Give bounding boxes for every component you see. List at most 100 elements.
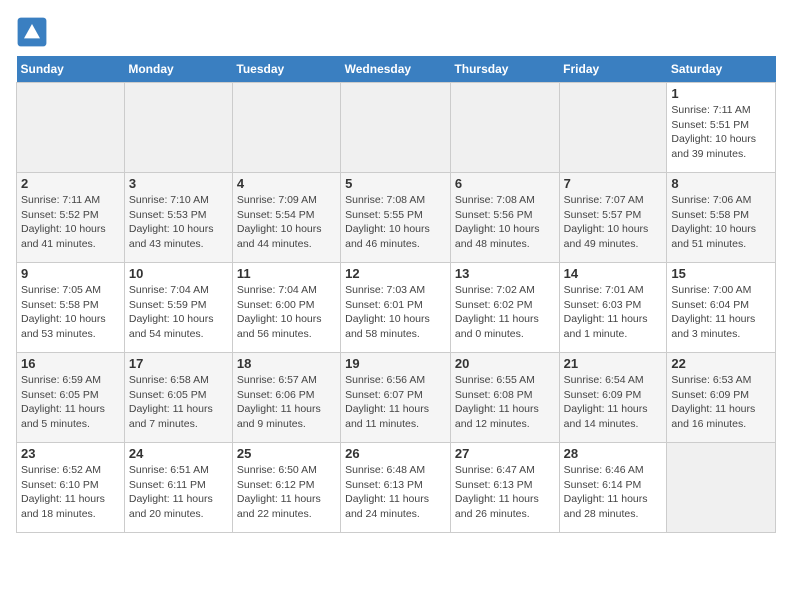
column-header-friday: Friday: [559, 56, 667, 83]
calendar-cell: [232, 83, 340, 173]
week-row-3: 9 Sunrise: 7:05 AM Sunset: 5:58 PM Daylig…: [17, 263, 776, 353]
day-number: 20: [455, 356, 555, 371]
day-number: 4: [237, 176, 336, 191]
calendar-cell: 16 Sunrise: 6:59 AM Sunset: 6:05 PM Dayli…: [17, 353, 125, 443]
column-header-thursday: Thursday: [450, 56, 559, 83]
day-info: Sunrise: 6:47 AM Sunset: 6:13 PM Dayligh…: [455, 463, 555, 522]
day-number: 25: [237, 446, 336, 461]
day-info: Sunrise: 7:10 AM Sunset: 5:53 PM Dayligh…: [129, 193, 228, 252]
calendar-cell: 26Sunrise: 6:48 AM Sunset: 6:13 PM Dayli…: [341, 443, 451, 533]
day-number: 18: [237, 356, 336, 371]
calendar-cell: [124, 83, 232, 173]
column-header-wednesday: Wednesday: [341, 56, 451, 83]
calendar-cell: [559, 83, 667, 173]
week-row-1: 1 Sunrise: 7:11 AM Sunset: 5:51 PM Daylig…: [17, 83, 776, 173]
calendar-cell: 15Sunrise: 7:00 AM Sunset: 6:04 PM Dayli…: [667, 263, 776, 353]
calendar-cell: 2 Sunrise: 7:11 AM Sunset: 5:52 PM Daylig…: [17, 173, 125, 263]
day-number: 1: [671, 86, 771, 101]
calendar-header-row: SundayMondayTuesdayWednesdayThursdayFrid…: [17, 56, 776, 83]
calendar-cell: 1 Sunrise: 7:11 AM Sunset: 5:51 PM Daylig…: [667, 83, 776, 173]
calendar-cell: 8 Sunrise: 7:06 AM Sunset: 5:58 PM Daylig…: [667, 173, 776, 263]
day-number: 26: [345, 446, 446, 461]
day-number: 22: [671, 356, 771, 371]
logo: [16, 16, 52, 48]
day-number: 13: [455, 266, 555, 281]
day-info: Sunrise: 6:53 AM Sunset: 6:09 PM Dayligh…: [671, 373, 771, 432]
day-info: Sunrise: 6:54 AM Sunset: 6:09 PM Dayligh…: [564, 373, 663, 432]
day-info: Sunrise: 7:11 AM Sunset: 5:52 PM Dayligh…: [21, 193, 120, 252]
calendar-cell: [450, 83, 559, 173]
calendar-cell: 6 Sunrise: 7:08 AM Sunset: 5:56 PM Daylig…: [450, 173, 559, 263]
day-number: 6: [455, 176, 555, 191]
week-row-4: 16 Sunrise: 6:59 AM Sunset: 6:05 PM Dayli…: [17, 353, 776, 443]
calendar-cell: 24 Sunrise: 6:51 AM Sunset: 6:11 PM Dayli…: [124, 443, 232, 533]
day-number: 9: [21, 266, 120, 281]
week-row-2: 2 Sunrise: 7:11 AM Sunset: 5:52 PM Daylig…: [17, 173, 776, 263]
calendar-cell: 18 Sunrise: 6:57 AM Sunset: 6:06 PM Dayli…: [232, 353, 340, 443]
calendar-cell: [667, 443, 776, 533]
day-info: Sunrise: 7:04 AM Sunset: 5:59 PM Dayligh…: [129, 283, 228, 342]
day-info: Sunrise: 7:05 AM Sunset: 5:58 PM Dayligh…: [21, 283, 120, 342]
calendar-cell: 14 Sunrise: 7:01 AM Sunset: 6:03 PM Dayli…: [559, 263, 667, 353]
day-info: Sunrise: 7:06 AM Sunset: 5:58 PM Dayligh…: [671, 193, 771, 252]
column-header-tuesday: Tuesday: [232, 56, 340, 83]
calendar-cell: 19 Sunrise: 6:56 AM Sunset: 6:07 PM Dayli…: [341, 353, 451, 443]
day-info: Sunrise: 7:08 AM Sunset: 5:56 PM Dayligh…: [455, 193, 555, 252]
day-info: Sunrise: 7:08 AM Sunset: 5:55 PM Dayligh…: [345, 193, 446, 252]
day-number: 19: [345, 356, 446, 371]
day-number: 27: [455, 446, 555, 461]
day-number: 24: [129, 446, 228, 461]
calendar-cell: [341, 83, 451, 173]
day-number: 7: [564, 176, 663, 191]
day-info: Sunrise: 6:51 AM Sunset: 6:11 PM Dayligh…: [129, 463, 228, 522]
calendar-cell: 22 Sunrise: 6:53 AM Sunset: 6:09 PM Dayli…: [667, 353, 776, 443]
day-info: Sunrise: 6:55 AM Sunset: 6:08 PM Dayligh…: [455, 373, 555, 432]
calendar-cell: 12 Sunrise: 7:03 AM Sunset: 6:01 PM Dayli…: [341, 263, 451, 353]
day-info: Sunrise: 7:02 AM Sunset: 6:02 PM Dayligh…: [455, 283, 555, 342]
day-number: 14: [564, 266, 663, 281]
day-number: 23: [21, 446, 120, 461]
calendar-cell: 3 Sunrise: 7:10 AM Sunset: 5:53 PM Daylig…: [124, 173, 232, 263]
day-info: Sunrise: 6:56 AM Sunset: 6:07 PM Dayligh…: [345, 373, 446, 432]
day-info: Sunrise: 7:11 AM Sunset: 5:51 PM Dayligh…: [671, 103, 771, 162]
calendar-cell: 23 Sunrise: 6:52 AM Sunset: 6:10 PM Dayli…: [17, 443, 125, 533]
calendar-cell: 4 Sunrise: 7:09 AM Sunset: 5:54 PM Daylig…: [232, 173, 340, 263]
day-info: Sunrise: 7:04 AM Sunset: 6:00 PM Dayligh…: [237, 283, 336, 342]
day-info: Sunrise: 7:01 AM Sunset: 6:03 PM Dayligh…: [564, 283, 663, 342]
calendar-cell: [17, 83, 125, 173]
day-number: 5: [345, 176, 446, 191]
day-number: 12: [345, 266, 446, 281]
day-number: 8: [671, 176, 771, 191]
calendar-cell: 5 Sunrise: 7:08 AM Sunset: 5:55 PM Daylig…: [341, 173, 451, 263]
day-number: 28: [564, 446, 663, 461]
calendar-cell: 10 Sunrise: 7:04 AM Sunset: 5:59 PM Dayli…: [124, 263, 232, 353]
day-number: 21: [564, 356, 663, 371]
day-info: Sunrise: 6:59 AM Sunset: 6:05 PM Dayligh…: [21, 373, 120, 432]
calendar-cell: 28Sunrise: 6:46 AM Sunset: 6:14 PM Dayli…: [559, 443, 667, 533]
day-info: Sunrise: 6:57 AM Sunset: 6:06 PM Dayligh…: [237, 373, 336, 432]
day-info: Sunrise: 7:09 AM Sunset: 5:54 PM Dayligh…: [237, 193, 336, 252]
day-info: Sunrise: 6:52 AM Sunset: 6:10 PM Dayligh…: [21, 463, 120, 522]
day-number: 11: [237, 266, 336, 281]
day-number: 10: [129, 266, 228, 281]
calendar-cell: 7Sunrise: 7:07 AM Sunset: 5:57 PM Daylig…: [559, 173, 667, 263]
calendar-table: SundayMondayTuesdayWednesdayThursdayFrid…: [16, 56, 776, 533]
calendar-cell: 17Sunrise: 6:58 AM Sunset: 6:05 PM Dayli…: [124, 353, 232, 443]
calendar-cell: 13 Sunrise: 7:02 AM Sunset: 6:02 PM Dayli…: [450, 263, 559, 353]
day-number: 2: [21, 176, 120, 191]
logo-icon: [16, 16, 48, 48]
week-row-5: 23 Sunrise: 6:52 AM Sunset: 6:10 PM Dayli…: [17, 443, 776, 533]
day-info: Sunrise: 6:50 AM Sunset: 6:12 PM Dayligh…: [237, 463, 336, 522]
column-header-saturday: Saturday: [667, 56, 776, 83]
calendar-cell: 27 Sunrise: 6:47 AM Sunset: 6:13 PM Dayli…: [450, 443, 559, 533]
calendar-cell: 11 Sunrise: 7:04 AM Sunset: 6:00 PM Dayli…: [232, 263, 340, 353]
day-number: 16: [21, 356, 120, 371]
day-info: Sunrise: 7:03 AM Sunset: 6:01 PM Dayligh…: [345, 283, 446, 342]
column-header-sunday: Sunday: [17, 56, 125, 83]
day-number: 15: [671, 266, 771, 281]
calendar-cell: 21 Sunrise: 6:54 AM Sunset: 6:09 PM Dayli…: [559, 353, 667, 443]
day-info: Sunrise: 6:58 AM Sunset: 6:05 PM Dayligh…: [129, 373, 228, 432]
calendar-cell: 25 Sunrise: 6:50 AM Sunset: 6:12 PM Dayli…: [232, 443, 340, 533]
column-header-monday: Monday: [124, 56, 232, 83]
day-number: 3: [129, 176, 228, 191]
